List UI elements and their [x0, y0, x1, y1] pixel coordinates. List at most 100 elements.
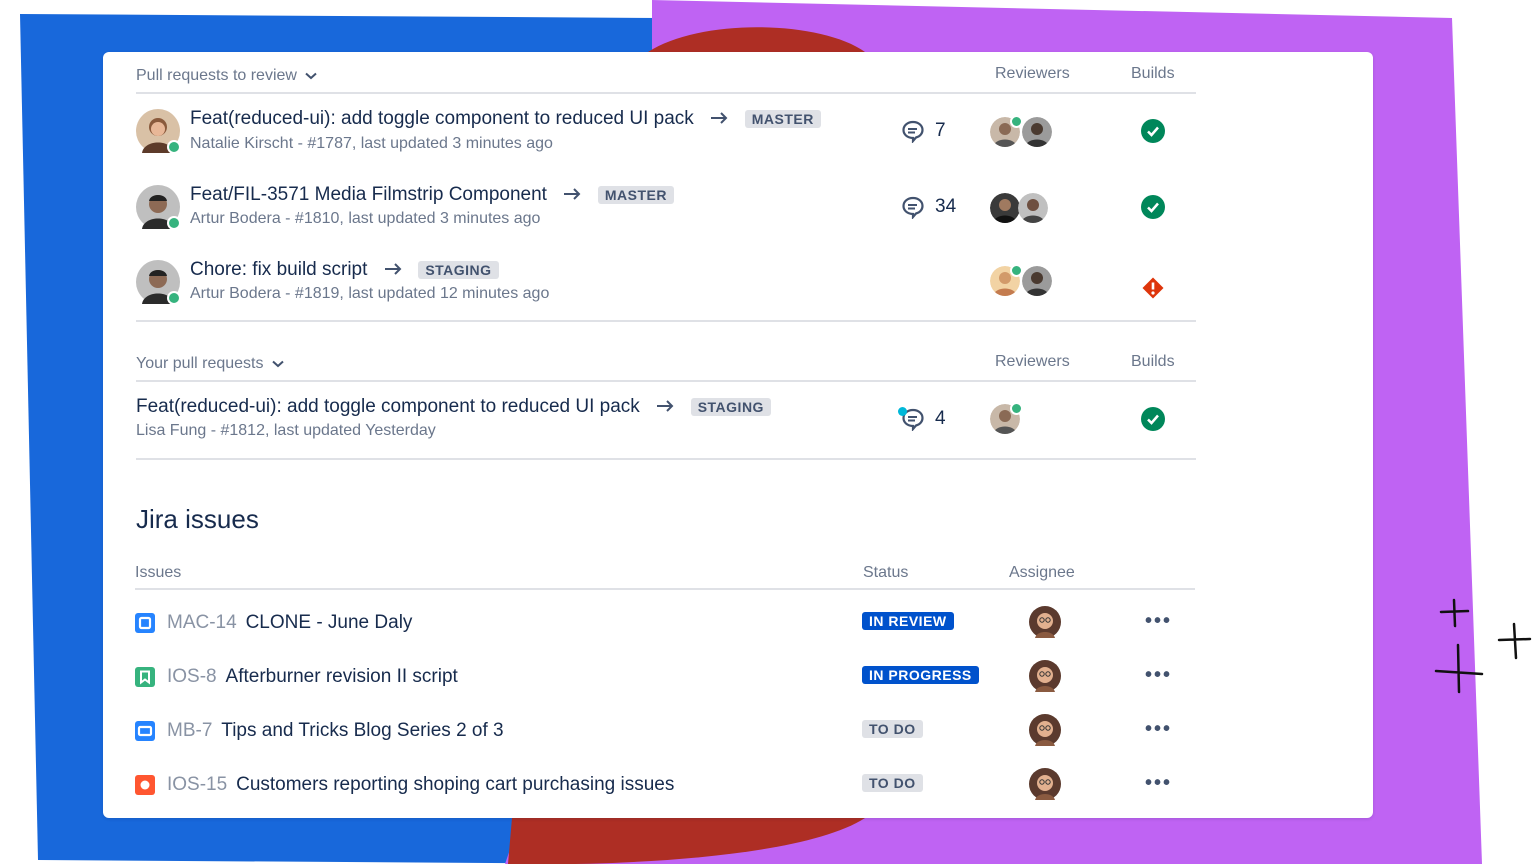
more-options-icon[interactable]: •••	[1145, 610, 1172, 633]
pr-row[interactable]: Chore: fix build script STAGING	[190, 259, 499, 281]
issue-key[interactable]: MAC-14	[167, 612, 237, 633]
comments-link[interactable]: 34	[901, 195, 956, 219]
build-status[interactable]	[1141, 276, 1165, 305]
approved-check-icon	[1010, 402, 1023, 415]
branch-lozenge: STAGING	[690, 398, 771, 416]
issue-key[interactable]: IOS-8	[167, 666, 217, 687]
status-lozenge[interactable]: IN PROGRESS	[862, 666, 979, 684]
issue-summary[interactable]: CLONE - June Daly	[246, 612, 413, 633]
epic-icon	[135, 721, 155, 741]
assignee-avatar[interactable]	[1029, 660, 1061, 697]
pr-title[interactable]: Chore: fix build script	[190, 259, 367, 280]
success-check-icon	[1141, 119, 1165, 143]
review-section-heading: Pull requests to review	[136, 67, 297, 84]
arrow-right-icon	[656, 399, 674, 417]
issue-summary[interactable]: Customers reporting shoping cart purchas…	[236, 774, 674, 795]
branch-lozenge: MASTER	[744, 110, 821, 128]
online-status-indicator	[167, 291, 181, 305]
reviewer-avatar[interactable]	[1018, 193, 1048, 223]
author-avatar[interactable]	[136, 185, 182, 231]
more-options-icon[interactable]: •••	[1145, 664, 1172, 687]
review-section-toggle[interactable]: Pull requests to review	[136, 67, 317, 85]
task-icon	[135, 613, 155, 633]
pr-meta: Artur Bodera - #1819, last updated 12 mi…	[190, 285, 550, 302]
assignee-avatar[interactable]	[1029, 714, 1061, 751]
reviewers-avatars[interactable]	[990, 402, 1030, 438]
issue-key[interactable]: IOS-15	[167, 774, 227, 795]
comment-count: 4	[935, 408, 946, 429]
issue-row[interactable]: IOS-8 Afterburner revision II script	[135, 666, 458, 688]
issue-summary[interactable]: Afterburner revision II script	[226, 666, 458, 687]
status-lozenge[interactable]: TO DO	[862, 720, 923, 738]
issue-row[interactable]: MB-7 Tips and Tricks Blog Series 2 of 3	[135, 720, 504, 742]
reviewers-column-header: Reviewers	[995, 353, 1070, 370]
status-lozenge[interactable]: IN REVIEW	[862, 612, 954, 630]
build-status[interactable]	[1141, 407, 1165, 436]
branch-lozenge: STAGING	[418, 261, 499, 279]
pr-title[interactable]: Feat(reduced-ui): add toggle component t…	[190, 108, 694, 129]
issue-key[interactable]: MB-7	[167, 720, 212, 741]
comment-icon	[902, 120, 924, 143]
chevron-down-icon	[305, 72, 317, 80]
builds-column-header: Builds	[1131, 353, 1175, 370]
approved-check-icon	[1010, 115, 1023, 128]
online-status-indicator	[167, 140, 181, 154]
assignee-avatar[interactable]	[1029, 606, 1061, 643]
your-prs-section-heading: Your pull requests	[136, 355, 264, 372]
divider	[135, 588, 1195, 590]
pr-meta: Artur Bodera - #1810, last updated 3 min…	[190, 210, 541, 227]
divider	[136, 380, 1196, 382]
bug-icon	[135, 775, 155, 795]
jira-section-title: Jira issues	[136, 504, 259, 534]
comment-count: 34	[935, 196, 957, 217]
reviewers-column-header: Reviewers	[995, 65, 1070, 82]
build-status[interactable]	[1141, 195, 1165, 224]
divider	[136, 320, 1196, 322]
pr-meta: Natalie Kirscht - #1787, last updated 3 …	[190, 135, 553, 152]
success-check-icon	[1141, 407, 1165, 431]
approved-check-icon	[1010, 264, 1023, 277]
status-column-header: Status	[863, 564, 909, 581]
reviewers-avatars[interactable]	[990, 191, 1060, 227]
online-status-indicator	[167, 216, 181, 230]
author-avatar[interactable]	[136, 109, 182, 155]
more-options-icon[interactable]: •••	[1145, 718, 1172, 741]
more-options-icon[interactable]: •••	[1145, 772, 1172, 795]
comments-link[interactable]: 4	[898, 407, 946, 431]
comment-icon	[902, 196, 924, 219]
issue-row[interactable]: MAC-14 CLONE - June Daly	[135, 612, 412, 634]
arrow-right-icon	[710, 111, 728, 129]
build-status[interactable]	[1141, 119, 1165, 148]
pr-title[interactable]: Feat/FIL-3571 Media Filmstrip Component	[190, 184, 547, 205]
unread-dot	[898, 407, 907, 416]
divider	[136, 92, 1196, 94]
pr-row[interactable]: Feat(reduced-ui): add toggle component t…	[136, 396, 771, 418]
pr-row[interactable]: Feat/FIL-3571 Media Filmstrip Component …	[190, 184, 674, 206]
branch-lozenge: MASTER	[597, 186, 674, 204]
reviewer-avatar[interactable]	[1022, 117, 1052, 147]
builds-column-header: Builds	[1131, 65, 1175, 82]
status-lozenge[interactable]: TO DO	[862, 774, 923, 792]
author-avatar[interactable]	[136, 260, 182, 306]
assignee-avatar[interactable]	[1029, 768, 1061, 805]
build-failed-icon	[1142, 277, 1164, 299]
success-check-icon	[1141, 195, 1165, 219]
reviewers-avatars[interactable]	[990, 115, 1060, 151]
dashboard-card: Pull requests to review Reviewers Builds…	[103, 52, 1373, 818]
arrow-right-icon	[563, 187, 581, 205]
issue-summary[interactable]: Tips and Tricks Blog Series 2 of 3	[221, 720, 503, 741]
new-comment-icon	[898, 407, 925, 431]
pr-row[interactable]: Feat(reduced-ui): add toggle component t…	[190, 108, 821, 130]
comment-count: 7	[935, 120, 946, 141]
pr-title[interactable]: Feat(reduced-ui): add toggle component t…	[136, 396, 640, 417]
arrow-right-icon	[384, 262, 402, 280]
reviewer-avatar[interactable]	[1022, 266, 1052, 296]
issue-row[interactable]: IOS-15 Customers reporting shoping cart …	[135, 774, 674, 796]
issues-column-header: Issues	[135, 564, 182, 581]
chevron-down-icon	[271, 360, 284, 368]
comments-link[interactable]: 7	[901, 119, 946, 143]
divider	[136, 458, 1196, 460]
reviewer-avatar[interactable]	[990, 193, 1020, 223]
your-prs-section-toggle[interactable]: Your pull requests	[136, 355, 284, 373]
reviewers-avatars[interactable]	[990, 264, 1060, 300]
